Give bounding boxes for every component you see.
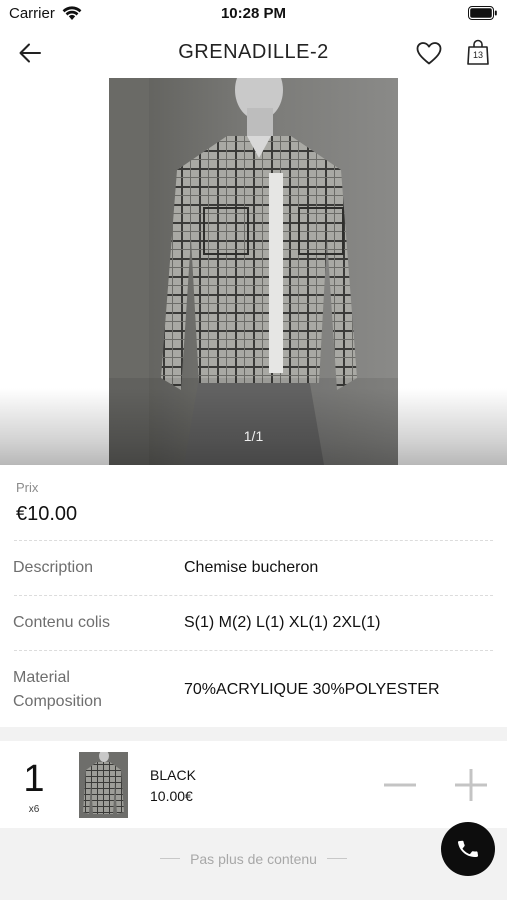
status-bar: Carrier 10:28 PM: [0, 0, 507, 28]
battery-icon: [468, 6, 497, 20]
call-button[interactable]: [441, 822, 495, 876]
image-shadow-overlay: [0, 388, 507, 465]
footer-divider-right: [326, 858, 347, 860]
divider: [14, 595, 493, 596]
price-value: €10.00: [16, 503, 78, 525]
variant-thumbnail: [79, 752, 128, 818]
variant-row: 1 x6 BLACK 10.00€: [0, 741, 507, 828]
variant-quantity: 1: [23, 758, 45, 800]
end-of-content: Pas plus de contenu: [0, 850, 507, 868]
plus-icon[interactable]: [453, 767, 489, 803]
cart-count-badge: 13: [472, 50, 483, 60]
variant-price: 10.00€: [150, 788, 193, 804]
divider: [14, 650, 493, 651]
footer: Pas plus de contenu: [0, 828, 507, 900]
spec-value-description: Chemise bucheron: [184, 559, 319, 576]
divider: [14, 540, 493, 541]
spec-label-description: Description: [13, 559, 94, 576]
minus-icon[interactable]: [382, 767, 418, 803]
end-of-content-label: Pas plus de contenu: [190, 850, 317, 867]
spec-label-material-line1: Material: [13, 669, 70, 686]
product-gallery[interactable]: 1/1: [0, 78, 507, 465]
phone-icon: [457, 840, 479, 857]
navigation-bar: GRENADILLE-2 13: [0, 28, 507, 78]
variant-multiplier: x6: [28, 804, 40, 815]
heart-icon[interactable]: [415, 40, 443, 66]
clock: 10:28 PM: [220, 5, 287, 22]
variant-color: BLACK: [150, 767, 196, 783]
spec-label-material-line2: Composition: [13, 693, 102, 710]
spec-label-package-contents: Contenu colis: [13, 614, 110, 631]
price-label: Prix: [16, 480, 39, 495]
spec-value-material: 70%ACRYLIQUE 30%POLYESTER: [184, 681, 440, 698]
footer-divider-left: [160, 858, 181, 860]
spec-value-package-contents: S(1) M(2) L(1) XL(1) 2XL(1): [184, 614, 381, 631]
section-separator: [0, 727, 507, 741]
image-counter: 1/1: [243, 428, 264, 444]
